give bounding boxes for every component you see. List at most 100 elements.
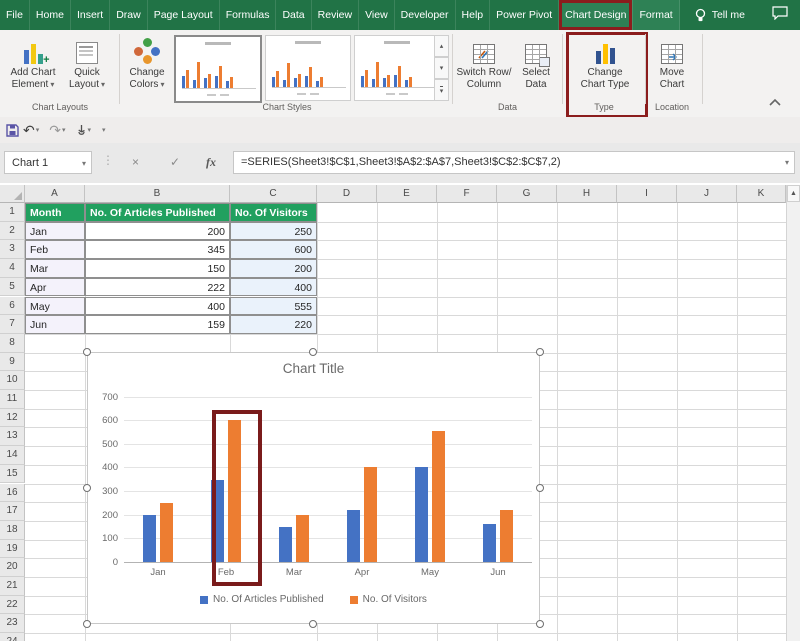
row-header-7[interactable]: 7 [0, 315, 25, 334]
column-header-I[interactable]: I [617, 185, 677, 203]
bar-mar-series-2[interactable] [296, 515, 309, 562]
chart[interactable]: Chart Title 0100200300400500600700JanFeb… [87, 352, 540, 624]
bar-jan-series-2[interactable] [160, 503, 173, 562]
scroll-up-button[interactable] [787, 185, 800, 202]
bar-jun-series-1[interactable] [483, 524, 496, 562]
touch-mode-button[interactable] [76, 124, 98, 137]
switch-row-column-button[interactable]: Switch Row/ Column [456, 34, 512, 106]
tab-data[interactable]: Data [276, 0, 311, 30]
chart-style-thumbnail[interactable] [265, 35, 351, 101]
table-cell[interactable]: Jun [25, 315, 85, 334]
name-box[interactable]: Chart 1 [4, 151, 92, 174]
row-header-15[interactable]: 15 [0, 465, 25, 484]
row-header-17[interactable]: 17 [0, 502, 25, 521]
bar-may-series-2[interactable] [432, 431, 445, 562]
gallery-more-button[interactable] [434, 79, 449, 101]
column-header-K[interactable]: K [737, 185, 786, 203]
insert-function-button[interactable]: fx [206, 151, 216, 174]
table-header-cell[interactable]: Month [25, 203, 85, 222]
chart-title[interactable]: Chart Title [88, 361, 539, 376]
tab-home[interactable]: Home [30, 0, 71, 30]
column-header-H[interactable]: H [557, 185, 617, 203]
table-cell[interactable]: 200 [230, 259, 317, 278]
change-colors-button[interactable]: Change Colors [123, 34, 171, 106]
tab-review[interactable]: Review [312, 0, 359, 30]
column-header-J[interactable]: J [677, 185, 737, 203]
tab-chart-design[interactable]: Chart Design [559, 0, 633, 30]
select-all-corner[interactable] [0, 185, 25, 203]
row-header-9[interactable]: 9 [0, 353, 25, 372]
bar-may-series-1[interactable] [415, 467, 428, 562]
tab-formulas[interactable]: Formulas [220, 0, 277, 30]
undo-button[interactable]: ↶ [23, 122, 45, 139]
row-header-2[interactable]: 2 [0, 222, 25, 241]
chart-legend[interactable]: No. Of Articles Published No. Of Visitors [88, 594, 539, 605]
chart-resize-handle[interactable] [536, 348, 544, 356]
row-header-4[interactable]: 4 [0, 259, 25, 278]
select-data-button[interactable]: Select Data [514, 34, 558, 106]
bar-jan-series-1[interactable] [143, 515, 156, 562]
table-cell[interactable]: 600 [230, 240, 317, 259]
column-header-G[interactable]: G [497, 185, 557, 203]
table-cell[interactable]: 222 [85, 278, 230, 297]
add-chart-element-button[interactable]: + Add Chart Element [6, 34, 60, 106]
row-header-1[interactable]: 1 [0, 203, 25, 222]
move-chart-button[interactable]: Move Chart [649, 34, 695, 106]
tab-power-pivot[interactable]: Power Pivot [490, 0, 559, 30]
cancel-button[interactable]: × [132, 151, 139, 174]
collapse-ribbon-button[interactable] [768, 94, 782, 112]
quick-layout-button[interactable]: Quick Layout [62, 34, 112, 106]
gallery-scroll-down[interactable] [434, 57, 449, 79]
column-header-D[interactable]: D [317, 185, 377, 203]
table-cell[interactable]: Jan [25, 222, 85, 241]
tab-page-layout[interactable]: Page Layout [148, 0, 220, 30]
tab-file[interactable]: File [0, 0, 30, 30]
row-header-20[interactable]: 20 [0, 558, 25, 577]
bar-apr-series-2[interactable] [364, 467, 377, 562]
column-header-C[interactable]: C [230, 185, 317, 203]
row-header-10[interactable]: 10 [0, 371, 25, 390]
bar-mar-series-1[interactable] [279, 527, 292, 562]
chart-resize-handle[interactable] [83, 348, 91, 356]
table-cell[interactable]: 400 [85, 297, 230, 316]
table-cell[interactable]: 555 [230, 297, 317, 316]
table-header-cell[interactable]: No. Of Visitors [230, 203, 317, 222]
bar-apr-series-1[interactable] [347, 510, 360, 562]
table-header-cell[interactable]: No. Of Articles Published [85, 203, 230, 222]
chart-style-thumbnail[interactable] [354, 35, 440, 101]
chart-style-thumbnail[interactable] [174, 35, 262, 103]
row-header-23[interactable]: 23 [0, 614, 25, 633]
save-button[interactable] [6, 124, 19, 137]
row-header-16[interactable]: 16 [0, 484, 25, 503]
table-cell[interactable]: 400 [230, 278, 317, 297]
bar-jun-series-2[interactable] [500, 510, 513, 562]
tell-me[interactable]: Tell me [694, 8, 745, 23]
tab-format[interactable]: Format [633, 0, 679, 30]
table-cell[interactable]: 200 [85, 222, 230, 241]
vertical-scrollbar[interactable] [786, 185, 800, 641]
tab-view[interactable]: View [359, 0, 395, 30]
chart-resize-handle[interactable] [536, 620, 544, 628]
gallery-scroll-up[interactable] [434, 35, 449, 57]
row-header-12[interactable]: 12 [0, 409, 25, 428]
row-header-6[interactable]: 6 [0, 297, 25, 316]
chart-resize-handle[interactable] [83, 620, 91, 628]
worksheet[interactable]: ABCDEFGHIJK 1234567891011121314151617181… [0, 185, 800, 641]
tab-developer[interactable]: Developer [395, 0, 456, 30]
legend-item[interactable]: No. Of Visitors [350, 594, 427, 605]
table-cell[interactable]: 150 [85, 259, 230, 278]
table-cell[interactable]: Feb [25, 240, 85, 259]
row-header-3[interactable]: 3 [0, 240, 25, 259]
row-header-5[interactable]: 5 [0, 278, 25, 297]
column-header-A[interactable]: A [25, 185, 85, 203]
table-cell[interactable]: 345 [85, 240, 230, 259]
row-header-13[interactable]: 13 [0, 427, 25, 446]
row-header-22[interactable]: 22 [0, 596, 25, 615]
table-cell[interactable]: 250 [230, 222, 317, 241]
legend-item[interactable]: No. Of Articles Published [200, 594, 324, 605]
column-header-F[interactable]: F [437, 185, 497, 203]
redo-button[interactable]: ↷ [49, 122, 71, 139]
comments-icon[interactable] [772, 6, 788, 25]
table-cell[interactable]: 159 [85, 315, 230, 334]
enter-button[interactable]: ✓ [170, 151, 180, 174]
